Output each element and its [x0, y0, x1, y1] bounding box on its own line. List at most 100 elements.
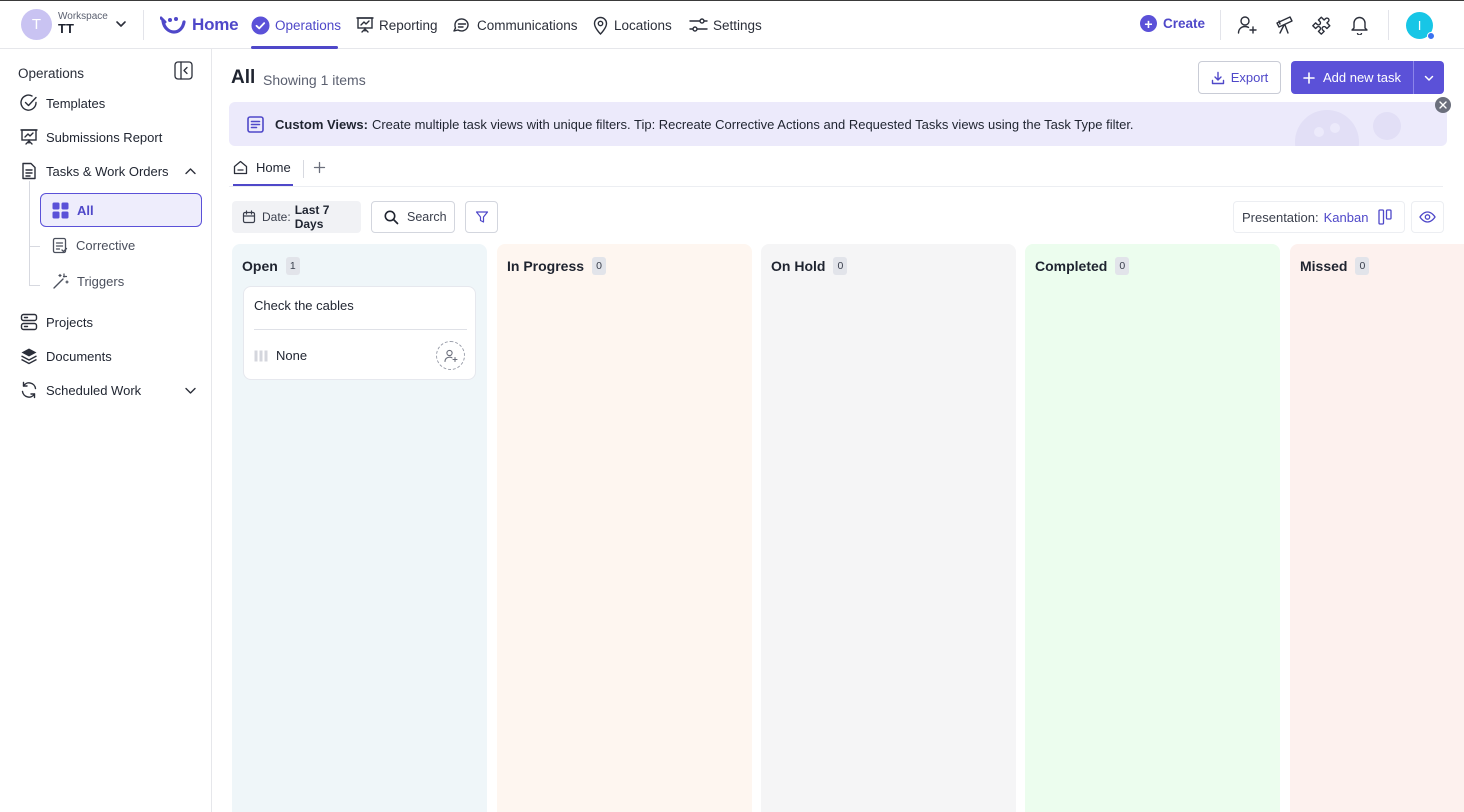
task-card[interactable]: Check the cables None	[243, 286, 476, 380]
puzzle-icon[interactable]	[1312, 15, 1332, 35]
add-user-icon[interactable]	[1237, 15, 1258, 35]
plus-icon	[313, 161, 326, 174]
task-priority-label: None	[276, 348, 308, 363]
kanban-column-completed: Completed 0	[1025, 244, 1280, 812]
filter-button[interactable]	[465, 201, 498, 233]
bell-icon[interactable]	[1350, 15, 1369, 35]
sliders-icon	[689, 16, 708, 34]
task-title: Check the cables	[254, 298, 354, 313]
banner-title: Custom Views:	[275, 116, 368, 132]
sidebar-item-scheduled-work[interactable]: Scheduled Work	[20, 381, 141, 399]
date-filter[interactable]: Date: Last 7 Days	[232, 201, 361, 233]
add-user-icon	[443, 349, 458, 363]
workspace-text: Workspace TT	[58, 11, 108, 37]
chevron-down-icon	[1423, 72, 1435, 84]
search-button[interactable]: Search	[371, 201, 455, 233]
chevron-down-icon[interactable]	[184, 384, 197, 397]
magic-wand-icon	[52, 273, 69, 290]
plus-circle-icon: +	[1140, 15, 1157, 32]
document-icon	[20, 162, 38, 180]
top-bar: T Workspace TT Home Operations Reporting…	[0, 0, 1464, 49]
card-divider	[254, 329, 467, 330]
sidebar-subitem-corrective[interactable]: Corrective	[52, 237, 135, 254]
tree-branch	[30, 285, 40, 286]
export-button[interactable]: Export	[1198, 61, 1281, 94]
nav-communications[interactable]: Communications	[452, 16, 578, 35]
column-count: 0	[592, 257, 607, 275]
sidebar-subitem-label: All	[77, 202, 94, 218]
nav-operations-label: Operations	[275, 18, 342, 33]
task-priority[interactable]: None	[254, 348, 307, 363]
home-logo[interactable]: Home	[160, 15, 239, 35]
column-header: Open 1	[242, 257, 300, 275]
close-icon	[1439, 101, 1447, 109]
date-filter-label: Date:	[262, 210, 291, 224]
presentation-label: Presentation:	[1242, 209, 1319, 225]
create-button[interactable]: + Create	[1140, 15, 1205, 32]
column-header: Completed 0	[1035, 257, 1130, 275]
column-header: On Hold 0	[771, 257, 848, 275]
topbar-divider	[143, 10, 144, 40]
kanban-column-open: Open 1 Check the cables None	[232, 244, 487, 812]
kanban-column-in-progress: In Progress 0	[497, 244, 752, 812]
column-header: Missed 0	[1300, 257, 1370, 275]
search-icon	[384, 210, 399, 225]
items-count: Showing 1 items	[263, 72, 366, 88]
nav-communications-label: Communications	[477, 18, 578, 33]
eye-icon	[1419, 211, 1436, 223]
sidebar-subitem-all[interactable]: All	[40, 193, 202, 227]
chevron-up-icon[interactable]	[184, 165, 197, 178]
topbar-divider	[1220, 10, 1221, 40]
sidebar-item-templates[interactable]: Templates	[20, 94, 105, 112]
tab-active-indicator	[233, 184, 293, 186]
workspace-name: TT	[58, 21, 74, 37]
funnel-icon	[475, 210, 489, 224]
assign-user-button[interactable]	[436, 341, 465, 370]
column-title: Missed	[1300, 258, 1348, 274]
nav-operations[interactable]: Operations	[251, 16, 341, 35]
nav-locations[interactable]: Locations	[592, 16, 672, 35]
collapse-sidebar-icon[interactable]	[174, 61, 193, 80]
download-icon	[1211, 71, 1225, 85]
sidebar-item-tasks-work-orders[interactable]: Tasks & Work Orders	[20, 162, 169, 180]
column-count: 0	[833, 257, 848, 275]
smile-logo-icon	[160, 15, 186, 35]
sidebar-item-label: Submissions Report	[46, 129, 163, 145]
tree-branch	[30, 246, 40, 247]
banner-text: Create multiple task views with unique f…	[371, 116, 1134, 132]
tab-separator	[303, 160, 304, 178]
nav-locations-label: Locations	[614, 18, 672, 33]
kanban-column-on-hold: On Hold 0	[761, 244, 1016, 812]
column-title: Open	[242, 258, 278, 274]
column-title: In Progress	[507, 258, 585, 274]
visibility-button[interactable]	[1411, 201, 1444, 233]
sidebar-item-label: Projects	[46, 314, 93, 330]
priority-bars-icon	[254, 350, 268, 362]
chevron-down-icon[interactable]	[114, 17, 128, 31]
sidebar-subitem-triggers[interactable]: Triggers	[52, 273, 124, 290]
sidebar-item-projects[interactable]: Projects	[20, 313, 93, 331]
check-circle-icon	[251, 16, 270, 35]
date-filter-value: Last 7 Days	[294, 203, 330, 231]
decorative-illustration-icon	[1287, 102, 1417, 146]
logo-text: Home	[192, 15, 239, 34]
nav-reporting[interactable]: Reporting	[356, 16, 438, 34]
view-tabs-divider	[229, 186, 1443, 187]
sidebar-subitem-label: Triggers	[77, 274, 125, 289]
sidebar-item-documents[interactable]: Documents	[20, 347, 112, 365]
add-view-tab-button[interactable]	[313, 161, 326, 174]
workspace-switcher[interactable]: T Workspace TT	[21, 8, 126, 40]
tab-home-label: Home	[256, 160, 291, 175]
tab-home[interactable]: Home	[233, 160, 291, 175]
close-banner-button[interactable]	[1435, 97, 1451, 113]
column-count: 1	[285, 257, 300, 275]
sidebar-item-submissions-report[interactable]: Submissions Report	[20, 128, 162, 146]
telescope-icon[interactable]	[1275, 15, 1296, 35]
presentation-selector[interactable]: Presentation: Kanban	[1233, 201, 1405, 233]
presentation-value: Kanban	[1323, 209, 1369, 225]
page-title: All	[231, 67, 256, 88]
add-new-task-button[interactable]: Add new task	[1291, 61, 1413, 94]
create-label: Create	[1163, 16, 1206, 31]
add-task-options-button[interactable]	[1413, 61, 1444, 94]
nav-settings[interactable]: Settings	[689, 16, 762, 34]
